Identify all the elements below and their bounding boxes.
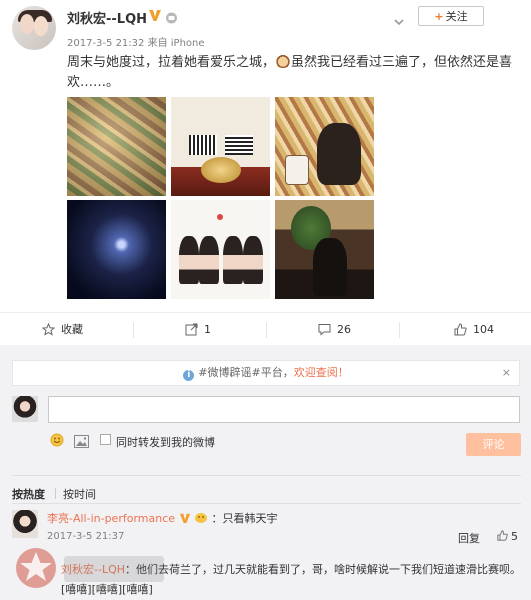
plus-icon: +: [434, 10, 444, 23]
divider: [12, 475, 521, 476]
rumor-notice-banner: i #微博辟谣#平台，欢迎查阅！ ×: [12, 360, 520, 386]
like-button[interactable]: 104: [454, 313, 494, 346]
photo-4[interactable]: [67, 200, 166, 299]
close-icon[interactable]: ×: [502, 361, 511, 385]
also-repost-label: 同时转发到我的微博: [116, 436, 215, 449]
photo-1[interactable]: [67, 97, 166, 196]
post-meta: 2017-3-5 21:32 来自 iPhone: [67, 34, 205, 49]
comment-icon: [318, 324, 331, 336]
verified-v-icon: [148, 8, 162, 22]
like-count: 104: [473, 323, 494, 336]
author-name[interactable]: 刘秋宏--LQH: [67, 8, 147, 27]
comment-like-count: 5: [511, 530, 518, 543]
comment-input[interactable]: [48, 396, 520, 423]
action-bar: 收藏 1 26 104: [0, 312, 531, 347]
thumbs-up-icon: [497, 530, 508, 541]
reply-button[interactable]: 回复: [458, 530, 480, 546]
comment-line: 李亮-All-in-performance ：只看韩天宇: [47, 510, 278, 527]
submit-comment-button[interactable]: 评论: [466, 433, 521, 456]
emoji-picker-icon[interactable]: [50, 432, 64, 447]
weibo-post-card: 刘秋宏--LQH 2017-3-5 21:32 来自 iPhone + 关注 周末…: [0, 0, 531, 600]
image-upload-icon[interactable]: [74, 433, 89, 448]
repost-button[interactable]: 1: [185, 313, 211, 346]
commenter-name[interactable]: 李亮-All-in-performance: [47, 512, 175, 525]
post-time[interactable]: 2017-3-5 21:32: [67, 38, 144, 49]
notice-link[interactable]: 欢迎查阅！: [294, 366, 349, 379]
divider: [12, 503, 521, 504]
photo-3[interactable]: [275, 97, 374, 196]
comment-text: ：只看韩天宇: [211, 512, 278, 525]
emoji-icon: [275, 54, 292, 68]
notice-text: #微博辟谣#平台，: [198, 366, 294, 379]
comment-count: 26: [337, 323, 351, 336]
watermark-logo-icon: [12, 540, 172, 596]
sort-separator: [55, 488, 56, 499]
thumbs-up-icon: [454, 323, 467, 336]
follow-label: 关注: [445, 10, 468, 23]
photo-6[interactable]: [275, 200, 374, 299]
follow-button[interactable]: + 关注: [418, 6, 484, 26]
comment-button[interactable]: 26: [318, 313, 351, 346]
chevron-down-icon[interactable]: [393, 12, 405, 26]
commenter-avatar[interactable]: [12, 510, 38, 538]
favorite-button[interactable]: 收藏: [41, 313, 83, 346]
repost-count: 1: [204, 323, 211, 336]
sort-by-hot[interactable]: 按热度: [12, 486, 45, 502]
info-icon: i: [183, 370, 195, 381]
member-icon[interactable]: [165, 9, 178, 24]
post-text: 周末与她度过，拉着她看爱乐之城， 虽然我已经看过三遍了，但依然还是喜欢……。: [67, 53, 517, 93]
favorite-label: 收藏: [61, 323, 83, 336]
post-source: 来自 iPhone: [147, 38, 205, 49]
my-avatar: [12, 396, 38, 422]
verified-v-icon: [179, 512, 191, 527]
photo-2[interactable]: [171, 97, 270, 196]
sort-by-time[interactable]: 按时间: [63, 486, 96, 502]
emoji-icon: [194, 512, 208, 527]
author-avatar[interactable]: [12, 6, 56, 50]
photo-5[interactable]: [171, 200, 270, 299]
star-icon: [41, 322, 56, 336]
also-repost-checkbox[interactable]: [100, 434, 111, 445]
post-text-part1: 周末与她度过，拉着她看爱乐之城，: [67, 55, 276, 70]
repost-icon: [185, 323, 198, 336]
comment-like-button[interactable]: 5: [497, 530, 518, 543]
